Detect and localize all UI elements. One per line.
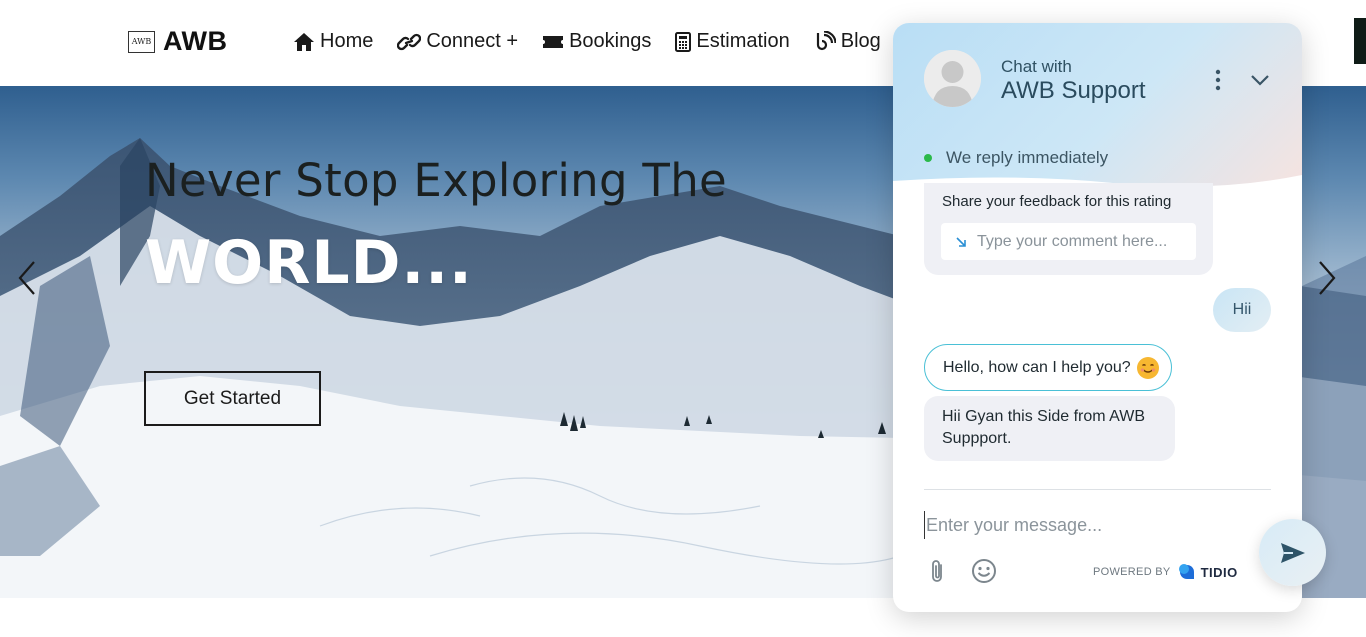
chat-agent-name: AWB Support (1001, 77, 1146, 104)
chevron-right-icon (1319, 261, 1336, 295)
more-vertical-icon (1215, 69, 1221, 91)
chevron-left-icon (18, 261, 35, 295)
minimize-chat-button[interactable] (1250, 73, 1270, 92)
calculator-icon (675, 31, 692, 52)
bot-message-text: Hello, how can I help you? (943, 358, 1131, 376)
chat-widget: Chat with AWB Support We reply immediate… (893, 23, 1302, 612)
logo-mark: AWB (128, 30, 155, 53)
arrow-down-right-icon (956, 236, 966, 247)
user-avatar-icon (924, 50, 981, 107)
message-input[interactable] (924, 511, 1224, 539)
ticket-icon (543, 35, 564, 48)
link-icon (397, 33, 422, 50)
powered-by[interactable]: POWERED BY TIDIO (1093, 563, 1238, 581)
logo-text: AWB (163, 26, 228, 56)
feedback-comment-input[interactable]: Type your comment here... (941, 223, 1196, 260)
user-message: Hii (1213, 288, 1271, 332)
attach-file-button[interactable] (928, 558, 948, 589)
page-edge-accent (1354, 18, 1366, 64)
paperclip-icon (932, 560, 942, 582)
nav-item-connect[interactable]: Connect + (397, 30, 518, 53)
tidio-logo-icon (1178, 564, 1194, 579)
nav-item-label: Estimation (696, 30, 790, 52)
home-icon (294, 32, 314, 51)
more-options-button[interactable] (1214, 69, 1222, 96)
nav-item-label: Blog (840, 30, 881, 52)
feedback-card: Share your feedback for this rating Type… (924, 183, 1213, 275)
main-nav: Home Connect + Bookings Estimation Blog (293, 30, 905, 53)
feedback-label: Share your feedback for this rating (942, 193, 1172, 210)
bot-message: Hii Gyan this Side from AWB Suppport. (924, 396, 1175, 461)
nav-item-home[interactable]: Home (293, 30, 373, 53)
send-message-button[interactable] (1259, 519, 1326, 586)
slider-prev-button[interactable] (14, 258, 38, 303)
nav-item-estimation[interactable]: Estimation (675, 30, 790, 53)
hero-title: Never Stop Exploring The (145, 154, 728, 207)
get-started-button[interactable]: Get Started (144, 371, 321, 426)
chevron-down-icon (1251, 75, 1269, 86)
nav-item-bookings[interactable]: Bookings (542, 30, 651, 53)
nav-item-blog[interactable]: Blog (814, 30, 881, 53)
online-status-dot (924, 154, 932, 162)
feedback-placeholder: Type your comment here... (977, 232, 1168, 250)
composer-divider (924, 489, 1271, 490)
chat-with-label: Chat with (1001, 57, 1072, 76)
powered-by-brand: TIDIO (1200, 564, 1238, 580)
nav-item-label: Bookings (569, 30, 652, 52)
blog-icon (816, 30, 836, 50)
bot-message: Hello, how can I help you? (924, 344, 1172, 391)
emoji-picker-button[interactable] (971, 558, 997, 589)
smiling-face-emoji-icon (1136, 356, 1159, 379)
smile-icon (972, 559, 996, 583)
avatar (924, 50, 981, 107)
send-icon (1280, 542, 1305, 563)
nav-item-label: Home (320, 30, 374, 52)
hero-headline: WORLD... (145, 228, 473, 298)
powered-by-label: POWERED BY (1093, 566, 1171, 578)
slider-next-button[interactable] (1316, 258, 1340, 303)
chat-header: Chat with AWB Support We reply immediate… (893, 23, 1302, 189)
site-logo[interactable]: AWB AWB (128, 26, 228, 57)
nav-item-label: Connect + (426, 30, 519, 52)
